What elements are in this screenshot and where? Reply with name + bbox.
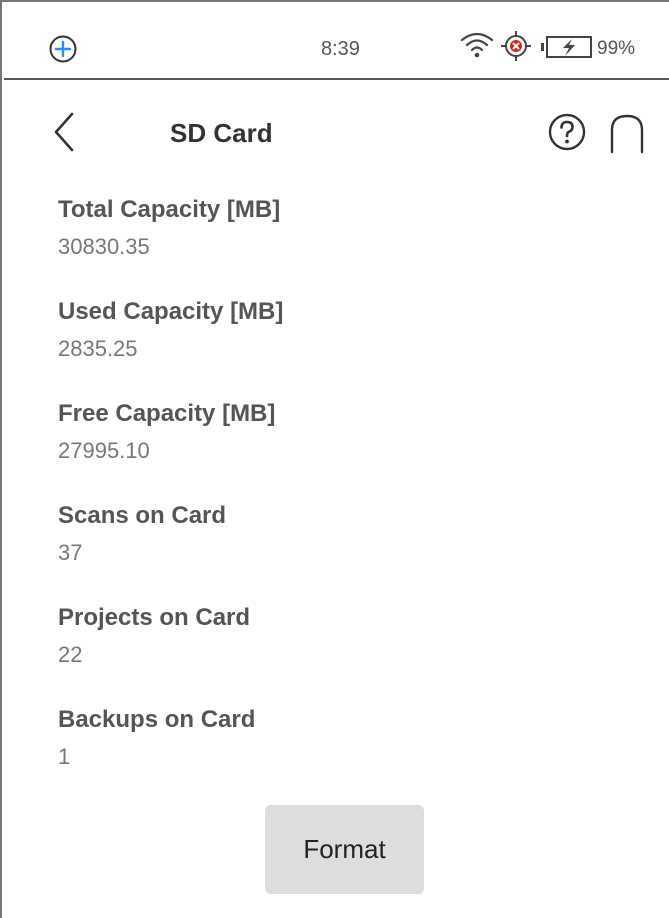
info-item-scans: Scans on Card 37: [58, 500, 618, 602]
info-item-total-capacity: Total Capacity [MB] 30830.35: [58, 194, 618, 296]
page-title: SD Card: [170, 118, 273, 148]
info-value: 22: [58, 642, 83, 667]
status-time: 8:39: [321, 38, 360, 60]
info-item-used-capacity: Used Capacity [MB] 2835.25: [58, 296, 618, 398]
info-value: 27995.10: [58, 438, 150, 463]
info-item-free-capacity: Free Capacity [MB] 27995.10: [58, 398, 618, 500]
info-value: 2835.25: [58, 336, 138, 361]
home-icon[interactable]: [608, 112, 646, 154]
info-label: Total Capacity [MB]: [58, 196, 281, 223]
add-circle-icon[interactable]: [48, 34, 78, 64]
info-label: Projects on Card: [58, 604, 251, 631]
chevron-left-icon[interactable]: [48, 108, 82, 156]
battery-percent: 99%: [597, 38, 636, 59]
help-icon[interactable]: [547, 112, 587, 152]
app-frame: 8:39 99% SD Card Total Capacity [MB] 308…: [0, 0, 669, 918]
info-label: Backups on Card: [58, 706, 256, 733]
format-button[interactable]: Format: [265, 805, 424, 894]
info-value: 30830.35: [58, 234, 150, 259]
battery-charging-icon: [541, 36, 592, 58]
info-value: 1: [58, 744, 71, 769]
info-label: Scans on Card: [58, 502, 227, 529]
info-value: 37: [58, 540, 83, 565]
info-item-projects: Projects on Card 22: [58, 602, 618, 704]
target-error-icon: [501, 31, 531, 61]
info-label: Free Capacity [MB]: [58, 400, 276, 427]
info-item-backups: Backups on Card 1: [58, 704, 618, 806]
info-label: Used Capacity [MB]: [58, 298, 284, 325]
sd-card-info-list: Total Capacity [MB] 30830.35 Used Capaci…: [58, 194, 618, 806]
status-bar: 8:39 99%: [4, 4, 669, 80]
page-header: SD Card: [4, 82, 669, 182]
wifi-icon: [460, 32, 494, 58]
